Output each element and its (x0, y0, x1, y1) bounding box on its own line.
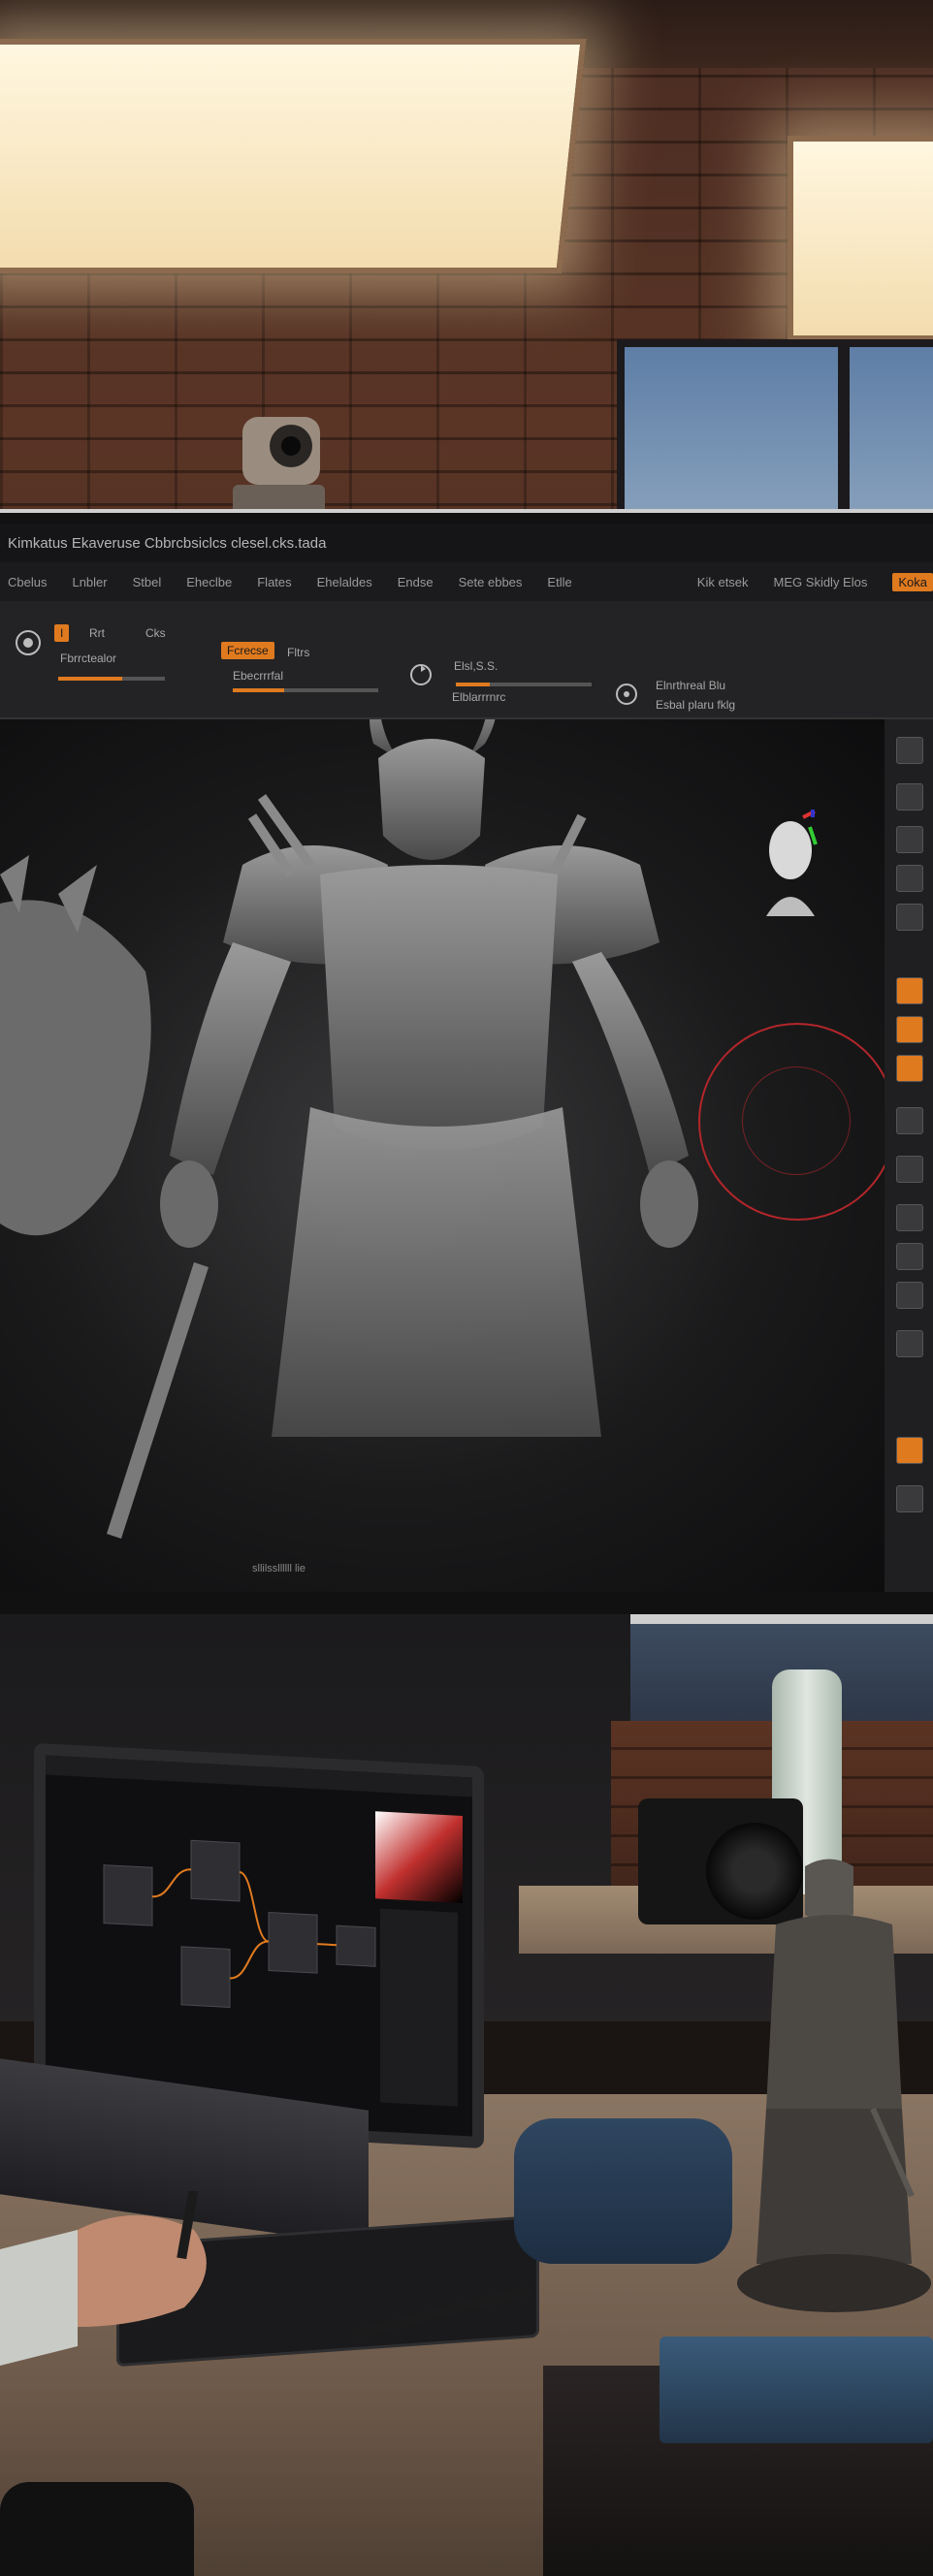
menu-item[interactable]: Etlle (547, 575, 571, 589)
toolbar-label: Elsl,S.S. (454, 659, 499, 673)
book (660, 2337, 933, 2443)
tool-button-active[interactable] (896, 977, 923, 1004)
window-titlebar: Kimkatus Ekaveruse Cbbrcbsiclcs clesel.c… (0, 524, 933, 562)
pencil-pouch (514, 2118, 732, 2264)
sphere-icon[interactable] (14, 628, 43, 657)
tool-button[interactable] (896, 1485, 923, 1512)
toolbar-sub: Elblarrrnrc (452, 690, 506, 704)
right-tool-shelf (885, 719, 933, 1592)
tool-button[interactable] (896, 1204, 923, 1231)
tool-button-active[interactable] (896, 1055, 923, 1082)
menu-item[interactable]: Sete ebbes (459, 575, 523, 589)
brush-cursor-inner (742, 1066, 851, 1175)
menu-item[interactable]: Lnbler (72, 575, 107, 589)
orientation-head-icon[interactable] (756, 808, 824, 916)
tool-button[interactable] (896, 1282, 923, 1309)
size-slider[interactable] (233, 688, 378, 692)
tool-button[interactable] (896, 1107, 923, 1134)
window-title: Kimkatus Ekaveruse Cbbrcbsiclcs clesel.c… (8, 534, 327, 552)
tool-button-active[interactable] (896, 1437, 923, 1464)
tool-button[interactable] (896, 1156, 923, 1183)
draw-toggle[interactable]: Ι (54, 624, 70, 642)
toolbar-label: Elnrthreal Blu (656, 679, 726, 692)
toolbar-sub: Fbrrctealor (60, 652, 117, 665)
rotate-icon[interactable] (407, 661, 434, 688)
tool-button[interactable] (896, 737, 923, 764)
toolbar-label: Cks (145, 626, 166, 640)
toolbar: Ι Rrt Fbrrctealor Cks Fcrecse Ebecrrrfal… (0, 601, 933, 719)
tool-button[interactable] (896, 1330, 923, 1357)
ceiling-light-left (0, 39, 587, 273)
toolbar-sub: Ebecrrrfal (233, 669, 284, 683)
toolbar-sub: Esbal plaru fklg (656, 698, 736, 712)
menu-item[interactable]: Eheclbe (186, 575, 232, 589)
menu-right-button[interactable]: Koka (892, 572, 933, 591)
menu-item[interactable]: Cbelus (8, 575, 47, 589)
menu-item[interactable]: Stbel (133, 575, 162, 589)
knight-figurine (737, 1857, 933, 2322)
webcam-icon (223, 407, 330, 524)
toolbar-label: Rrt (89, 626, 105, 640)
menu-item[interactable]: Endse (398, 575, 434, 589)
intensity-slider[interactable] (58, 677, 165, 681)
toolbar-badge[interactable]: Fcrecse (221, 642, 274, 659)
focal-icon[interactable] (613, 681, 640, 708)
tool-button[interactable] (896, 783, 923, 811)
tool-button[interactable] (896, 865, 923, 892)
ceiling-light-right (788, 136, 933, 341)
menu-right-item[interactable]: Kik etsek (697, 575, 749, 589)
tool-button[interactable] (896, 826, 923, 853)
menu-bar: Cbelus Lnbler Stbel Eheclbe Flates Ehela… (0, 562, 933, 601)
tool-button-active[interactable] (896, 1016, 923, 1043)
z-intensity-slider[interactable] (456, 683, 592, 686)
chair (0, 2482, 194, 2576)
artist-hand (0, 2171, 252, 2385)
menu-item[interactable]: Flates (257, 575, 291, 589)
tool-button[interactable] (896, 904, 923, 931)
menu-right-item[interactable]: MEG Skidly Elos (774, 575, 868, 589)
viewport-status: sllilssllllll lie (252, 1563, 306, 1574)
toolbar-label: Fltrs (287, 646, 310, 659)
menu-item[interactable]: Ehelaldes (317, 575, 372, 589)
tool-button[interactable] (896, 1243, 923, 1270)
